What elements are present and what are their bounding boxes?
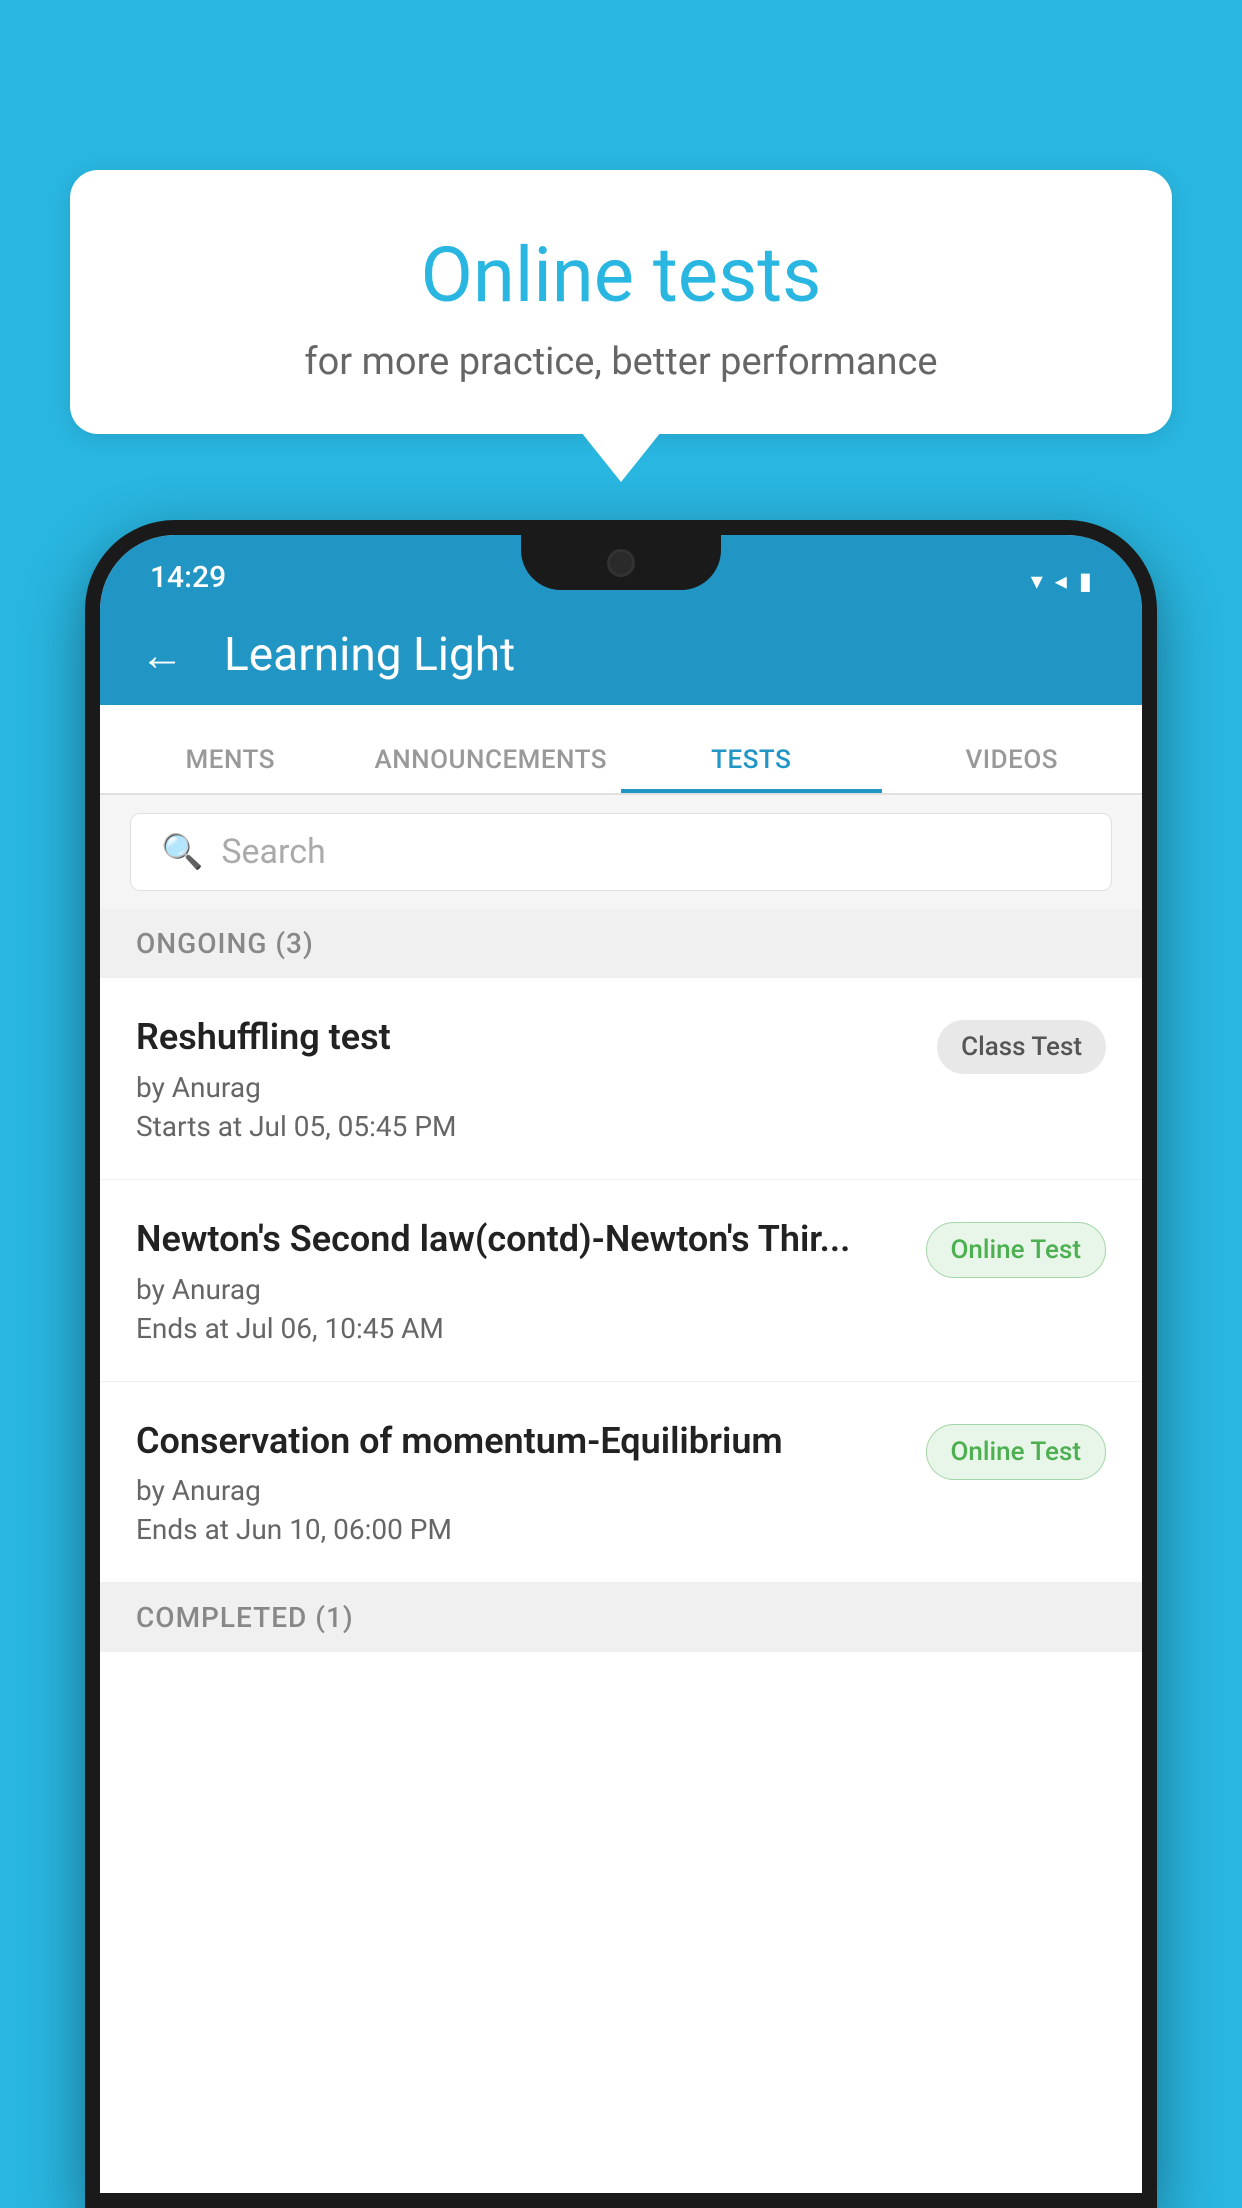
test-badge-1: Class Test <box>937 1020 1106 1074</box>
test-title-3: Conservation of momentum-Equilibrium <box>136 1418 906 1465</box>
phone-notch <box>521 535 721 590</box>
test-info-3: Conservation of momentum-Equilibrium by … <box>136 1418 906 1547</box>
search-icon: 🔍 <box>161 832 203 872</box>
status-time: 14:29 <box>150 560 226 595</box>
test-time-2: Ends at Jul 06, 10:45 AM <box>136 1312 906 1345</box>
ongoing-section-header: ONGOING (3) <box>100 909 1142 978</box>
speech-bubble: Online tests for more practice, better p… <box>70 170 1172 434</box>
test-title-1: Reshuffling test <box>136 1014 917 1061</box>
test-item-3[interactable]: Conservation of momentum-Equilibrium by … <box>100 1382 1142 1584</box>
test-time-1: Starts at Jul 05, 05:45 PM <box>136 1110 917 1143</box>
tab-videos[interactable]: VIDEOS <box>882 745 1143 793</box>
phone-frame: 14:29 ▾ ◂ ▮ ← Learning Light MENTS ANNOU… <box>85 520 1157 2208</box>
battery-icon: ▮ <box>1079 567 1092 595</box>
tab-tests[interactable]: TESTS <box>621 745 882 793</box>
signal-icon: ◂ <box>1055 567 1067 595</box>
phone-screen: 14:29 ▾ ◂ ▮ ← Learning Light MENTS ANNOU… <box>100 535 1142 2193</box>
test-author-3: by Anurag <box>136 1474 906 1507</box>
tab-announcements[interactable]: ANNOUNCEMENTS <box>361 745 622 793</box>
app-title: Learning Light <box>224 628 515 682</box>
test-badge-2: Online Test <box>926 1222 1107 1278</box>
speech-bubble-subtitle: for more practice, better performance <box>120 340 1122 384</box>
front-camera <box>607 549 635 577</box>
test-author-2: by Anurag <box>136 1273 906 1306</box>
test-badge-3: Online Test <box>926 1424 1107 1480</box>
tab-ments[interactable]: MENTS <box>100 745 361 793</box>
back-button[interactable]: ← <box>140 629 184 681</box>
test-info-2: Newton's Second law(contd)-Newton's Thir… <box>136 1216 906 1345</box>
test-time-3: Ends at Jun 10, 06:00 PM <box>136 1513 906 1546</box>
speech-bubble-title: Online tests <box>120 230 1122 320</box>
test-item-2[interactable]: Newton's Second law(contd)-Newton's Thir… <box>100 1180 1142 1382</box>
test-info-1: Reshuffling test by Anurag Starts at Jul… <box>136 1014 917 1143</box>
search-bar[interactable]: 🔍 Search <box>130 813 1112 891</box>
test-list: Reshuffling test by Anurag Starts at Jul… <box>100 978 1142 1583</box>
tab-bar: MENTS ANNOUNCEMENTS TESTS VIDEOS <box>100 705 1142 795</box>
search-input[interactable]: Search <box>221 832 325 872</box>
search-container: 🔍 Search <box>100 795 1142 909</box>
test-author-1: by Anurag <box>136 1071 917 1104</box>
status-icons: ▾ ◂ ▮ <box>1031 567 1092 595</box>
completed-section-header: COMPLETED (1) <box>100 1583 1142 1652</box>
wifi-icon: ▾ <box>1031 567 1043 595</box>
app-header: ← Learning Light <box>100 605 1142 705</box>
test-title-2: Newton's Second law(contd)-Newton's Thir… <box>136 1216 906 1263</box>
test-item-1[interactable]: Reshuffling test by Anurag Starts at Jul… <box>100 978 1142 1180</box>
